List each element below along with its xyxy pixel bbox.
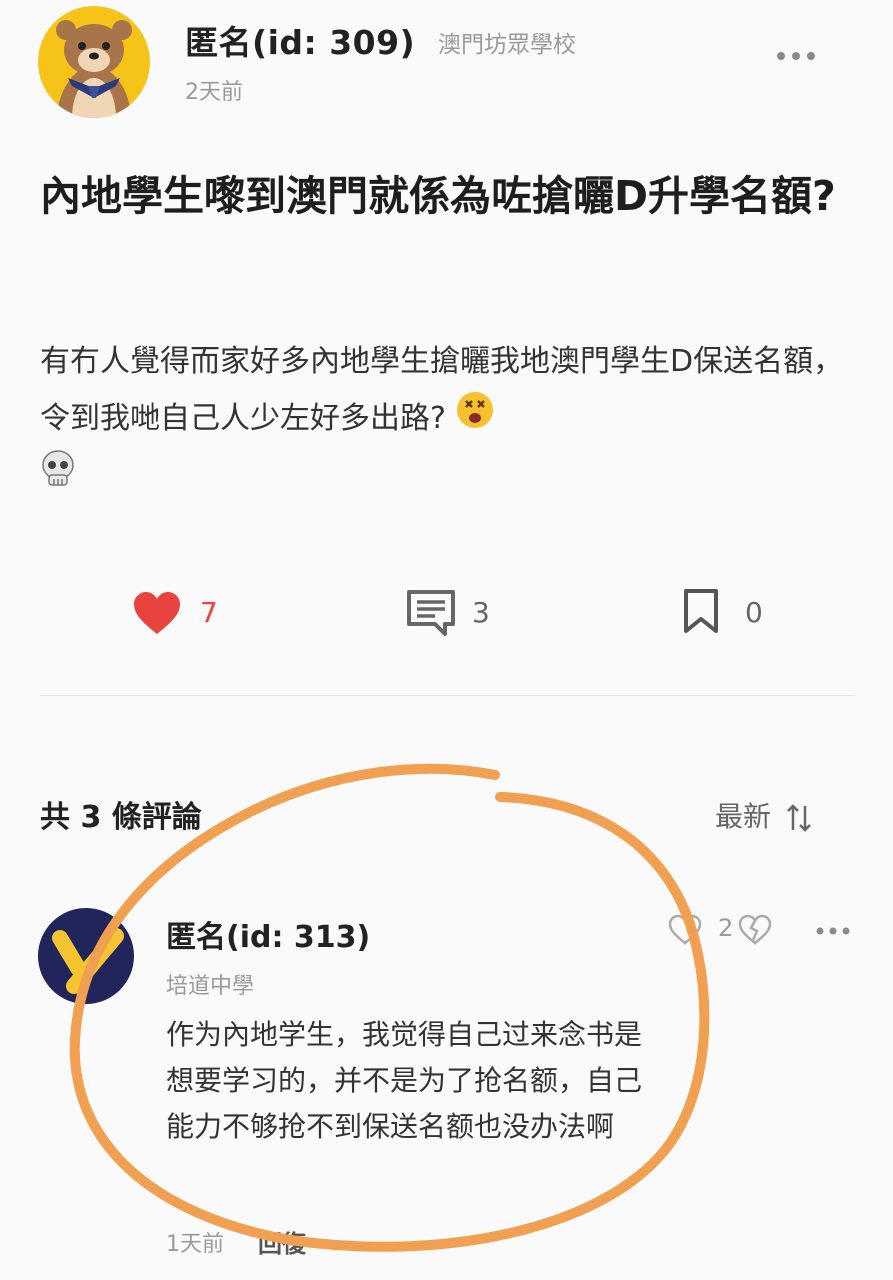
logo-avatar-icon bbox=[52, 928, 124, 994]
more-dots-icon bbox=[816, 927, 850, 935]
reply-button[interactable]: 回復 bbox=[258, 1224, 306, 1259]
more-dots-icon bbox=[777, 52, 815, 60]
divider bbox=[40, 695, 855, 696]
comment-body: 作为內地学生，我觉得自己过来念书是想要学习的，并不是为了抢名额，自己能力不够抢不… bbox=[166, 1018, 643, 1143]
bookmark-icon bbox=[684, 589, 718, 633]
broken-heart-icon bbox=[738, 914, 772, 945]
heart-icon bbox=[134, 592, 180, 634]
sort-icon bbox=[787, 804, 811, 832]
comment-like-button[interactable] bbox=[668, 914, 702, 950]
dizzy-face-emoji-icon bbox=[455, 390, 495, 449]
comment-timestamp: 1天前 bbox=[166, 1232, 224, 1257]
like-count: 7 bbox=[200, 596, 218, 629]
heart-outline-icon bbox=[668, 914, 702, 945]
comment-author-name[interactable]: 匿名(id: 313) bbox=[166, 912, 370, 956]
comment-like-count: 2 bbox=[718, 914, 734, 942]
comment-more-button[interactable] bbox=[815, 922, 851, 941]
post-timestamp: 2天前 bbox=[185, 80, 243, 105]
comment-dislike-button[interactable] bbox=[738, 914, 772, 950]
post-title: 內地學生嚟到澳門就係為咗搶曬D升學名額? bbox=[40, 172, 836, 220]
like-button[interactable] bbox=[132, 590, 182, 640]
comment-author-avatar[interactable] bbox=[38, 908, 134, 1004]
post-author-name[interactable]: 匿名(id: 309) bbox=[185, 16, 415, 64]
comments-title: 共 3 條評論 bbox=[40, 800, 202, 835]
author-avatar[interactable] bbox=[38, 6, 150, 118]
post-author-school: 澳門坊眾學校 bbox=[438, 32, 576, 58]
bookmark-button[interactable] bbox=[683, 588, 719, 638]
comment-count: 3 bbox=[472, 596, 490, 629]
sort-button[interactable]: 最新 bbox=[715, 795, 812, 835]
post-body-text: 有冇人覺得而家好多內地學生搶曬我地澳門學生D保送名額，令到我哋自己人少左好多出路… bbox=[40, 344, 844, 436]
bookmark-count: 0 bbox=[745, 596, 763, 629]
skull-emoji-icon bbox=[40, 449, 76, 508]
comment-icon bbox=[407, 590, 455, 636]
comment-author-school: 培道中學 bbox=[166, 974, 255, 999]
post-body: 有冇人覺得而家好多內地學生搶曬我地澳門學生D保送名額，令到我哋自己人少左好多出路… bbox=[40, 334, 870, 508]
sort-label: 最新 bbox=[715, 800, 772, 833]
otter-avatar-icon bbox=[56, 20, 132, 118]
comment-button[interactable] bbox=[405, 588, 457, 640]
post-more-button[interactable] bbox=[775, 48, 817, 67]
